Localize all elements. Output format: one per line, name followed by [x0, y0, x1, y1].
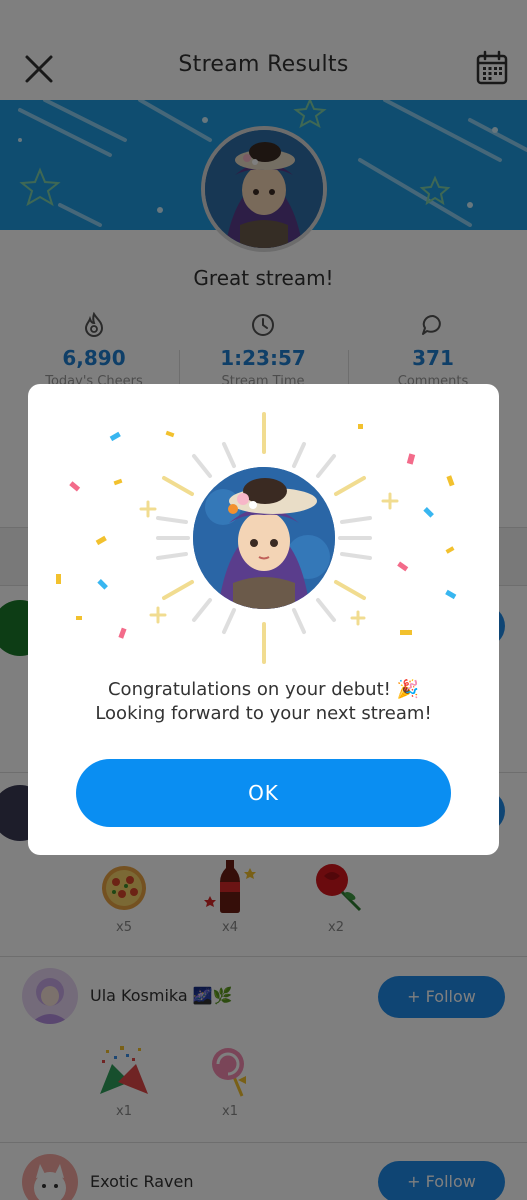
congrats-dialog: Congratulations on your debut! 🎉 Looking…: [28, 384, 499, 855]
dialog-message-line2: Looking forward to your next stream!: [95, 703, 432, 724]
streamer-avatar: [193, 467, 335, 609]
dialog-message-line1: Congratulations on your debut! 🎉: [107, 679, 419, 700]
ok-button[interactable]: OK: [76, 759, 451, 827]
